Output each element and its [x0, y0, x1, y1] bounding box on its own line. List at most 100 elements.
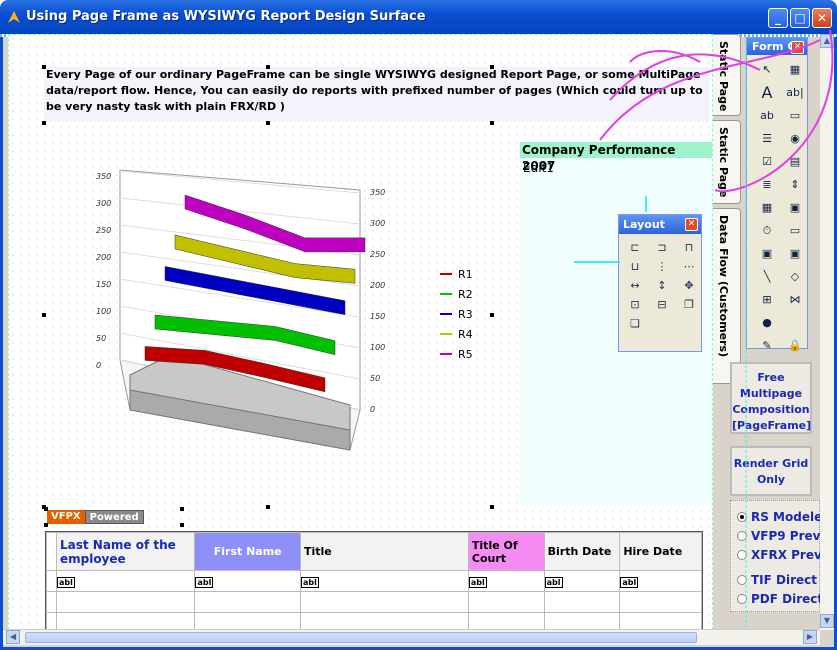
center-horizontal-icon[interactable]: ⋯	[681, 259, 697, 275]
option-tif-direct[interactable]: TIF Direct	[737, 573, 817, 587]
legend-label: R2	[458, 288, 473, 301]
option-pdf-direct[interactable]: PDF Direct	[737, 592, 823, 606]
same-width-icon[interactable]: ↔	[627, 278, 643, 294]
minimize-button[interactable]: _	[768, 8, 788, 28]
textbox-cell: abl	[468, 576, 487, 588]
selection-handle[interactable]	[180, 523, 184, 527]
close-icon[interactable]: ✕	[685, 218, 698, 231]
selection-handle[interactable]	[180, 507, 184, 511]
edit1-field[interactable]: Edit1	[520, 158, 712, 178]
horizontal-scrollbar[interactable]: ◀ ▶	[3, 629, 820, 645]
free-multipage-button[interactable]: Free Multipage Composition [PageFrame]	[730, 362, 812, 434]
combobox-icon[interactable]: ▤	[785, 151, 805, 171]
option-button-icon[interactable]: ◉	[785, 128, 805, 148]
axis-tick: 0	[96, 361, 101, 370]
center-vertically-icon[interactable]: ⊟	[654, 297, 670, 313]
send-back-icon[interactable]: ❏	[627, 316, 643, 332]
scroll-right-icon[interactable]: ▶	[803, 630, 817, 644]
align-top-icon[interactable]: ⊓	[681, 240, 697, 256]
selection-handle[interactable]	[44, 507, 48, 511]
ole-bound-icon[interactable]: ▣	[785, 243, 805, 263]
selection-handle[interactable]	[490, 65, 494, 69]
axis-tick: 50	[370, 374, 380, 383]
badge-vfpx: VFPX	[47, 510, 85, 524]
align-right-icon[interactable]: ⊐	[654, 240, 670, 256]
col-birth-date[interactable]: Birth Date	[543, 532, 621, 571]
align-bottom-icon[interactable]: ⊔	[627, 259, 643, 275]
col-title-of-court[interactable]: Title Of Court	[467, 532, 545, 571]
selection-handle[interactable]	[266, 505, 270, 509]
grid-row-header	[46, 532, 57, 571]
textbox-cell: abl	[300, 576, 319, 588]
scroll-left-icon[interactable]: ◀	[6, 630, 20, 644]
axis-tick: 0	[370, 405, 375, 414]
container-icon[interactable]: ⊞	[757, 289, 777, 309]
textbox-cell: abl	[195, 576, 214, 588]
option-rs-modeles[interactable]: RS Modeles	[737, 510, 829, 524]
selection-handle[interactable]	[490, 121, 494, 125]
ole-control-icon[interactable]: ▣	[757, 243, 777, 263]
close-button[interactable]: ✕	[812, 8, 832, 28]
scroll-up-icon[interactable]: ▲	[820, 34, 834, 48]
selection-handle[interactable]	[490, 505, 494, 509]
label-icon[interactable]: A	[757, 82, 777, 102]
listbox-icon[interactable]: ≣	[757, 174, 777, 194]
pageframe-icon[interactable]: ▭	[785, 220, 805, 240]
table-row[interactable]: abl abl abl abl abl abl	[46, 570, 702, 592]
timer-icon[interactable]: ⏱	[757, 220, 777, 240]
tab-data-flow[interactable]: Data Flow (Customers)	[713, 208, 741, 384]
selection-handle[interactable]	[42, 65, 46, 69]
axis-tick: 100	[96, 307, 111, 316]
employee-grid[interactable]: Last Name of the employee First Name Tit…	[45, 531, 703, 630]
scroll-thumb[interactable]	[25, 632, 697, 643]
same-size-icon[interactable]: ✥	[681, 278, 697, 294]
selection-handle[interactable]	[266, 121, 270, 125]
checkbox-icon[interactable]: ☑	[757, 151, 777, 171]
col-first-name[interactable]: First Name	[194, 532, 301, 571]
selection-handle[interactable]	[42, 121, 46, 125]
bring-front-icon[interactable]: ❐	[681, 297, 697, 313]
spinner-icon[interactable]: ⇕	[785, 174, 805, 194]
maximize-button[interactable]: □	[790, 8, 810, 28]
editbox-icon[interactable]: ab	[757, 105, 777, 125]
textbox-icon[interactable]: ab|	[785, 82, 805, 102]
close-icon[interactable]: ✕	[791, 41, 804, 54]
layout-toolbar[interactable]: Layout ✕ ⊏ ⊐ ⊓ ⊔ ⋮ ⋯ ↔ ↕ ✥ ⊡ ⊟ ❐ ❏	[618, 214, 702, 352]
table-row[interactable]	[46, 591, 702, 613]
shape-icon[interactable]: ◇	[785, 266, 805, 286]
align-left-icon[interactable]: ⊏	[627, 240, 643, 256]
form-controls-toolbox[interactable]: Form C ✕ ↖ ▦ A ab| ab ▭ ☰ ◉ ☑ ▤ ≣ ⇕ ▦ ▣ ⏱…	[746, 37, 808, 352]
tab-static-page-2[interactable]: Static Page	[713, 120, 741, 204]
tab-static-page-1[interactable]: Static Page	[713, 34, 741, 116]
selection-handle[interactable]	[42, 313, 46, 317]
panel-header: Company Performance 2007	[520, 142, 712, 173]
col-title[interactable]: Title	[299, 532, 469, 571]
selection-handle[interactable]	[44, 523, 48, 527]
line-icon[interactable]: ╲	[757, 266, 777, 286]
selection-handle[interactable]	[266, 65, 270, 69]
builder-lock-icon[interactable]: ✎	[757, 335, 777, 355]
render-grid-button[interactable]: Render Grid Only	[730, 446, 812, 496]
axis-tick: 150	[370, 312, 385, 321]
image-icon[interactable]: ▣	[785, 197, 805, 217]
col-hire-date[interactable]: Hire Date	[619, 532, 702, 571]
lock-icon[interactable]: 🔒	[785, 335, 805, 355]
table-row[interactable]	[46, 612, 702, 629]
separator-icon[interactable]: ⋈	[785, 289, 805, 309]
center-horizontally-icon[interactable]: ⊡	[627, 297, 643, 313]
view-classes-icon[interactable]: ▦	[785, 59, 805, 79]
vertical-scrollbar[interactable]: ▲ ▼	[820, 34, 834, 630]
option-vfp9-preview[interactable]: VFP9 Previe	[737, 529, 833, 543]
axis-tick: 50	[96, 334, 106, 343]
window-title: Using Page Frame as WYSIWYG Report Desig…	[26, 9, 426, 24]
command-button-icon[interactable]: ▭	[785, 105, 805, 125]
col-last-name[interactable]: Last Name of the employee	[55, 532, 196, 571]
hyperlink-icon[interactable]: ●	[757, 312, 777, 332]
option-group-icon[interactable]: ☰	[757, 128, 777, 148]
grid-icon[interactable]: ▦	[757, 197, 777, 217]
same-height-icon[interactable]: ↕	[654, 278, 670, 294]
textbox-cell: abl	[56, 576, 75, 588]
scroll-down-icon[interactable]: ▼	[820, 614, 834, 628]
center-vertical-icon[interactable]: ⋮	[654, 259, 670, 275]
pointer-icon[interactable]: ↖	[757, 59, 777, 79]
